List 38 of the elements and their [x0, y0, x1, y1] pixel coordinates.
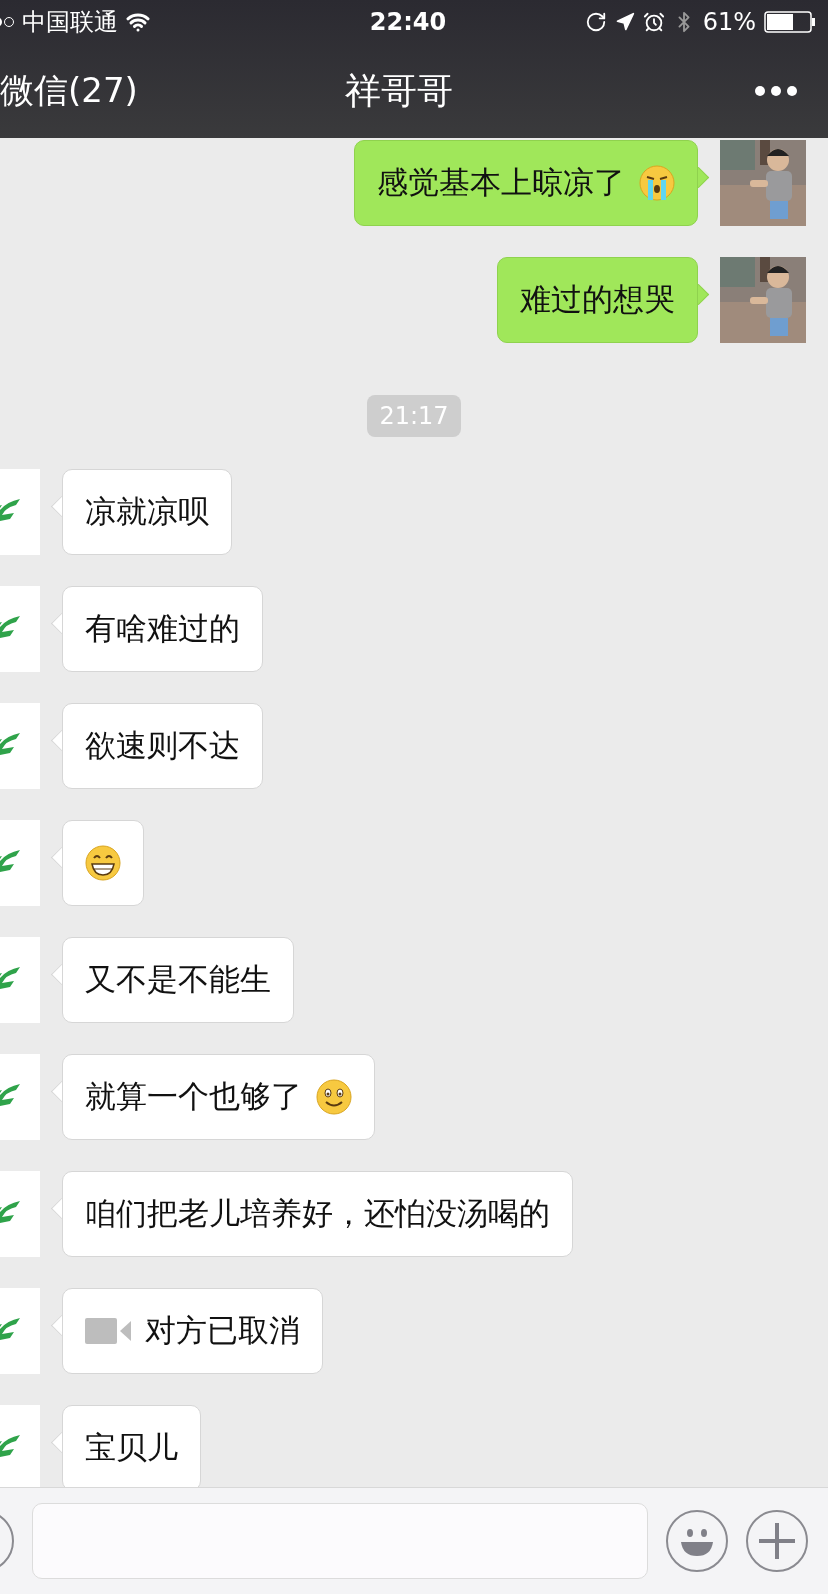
plus-icon [757, 1521, 797, 1561]
message-text: 咱们把老儿培养好，还怕没汤喝的 [85, 1194, 550, 1233]
message-bubble[interactable]: 就算一个也够了 [62, 1054, 375, 1140]
message-bubble[interactable]: 难过的想哭 [497, 257, 698, 343]
message-bubble[interactable]: 凉就凉呗 [62, 469, 232, 555]
message-bubble[interactable]: 对方已取消 [62, 1288, 323, 1374]
more-icon[interactable] [754, 85, 798, 97]
location-arrow-icon [614, 12, 635, 32]
chat-title: 祥哥哥 [345, 68, 453, 113]
message-text: 有啥难过的 [85, 609, 240, 648]
grinning-face-icon [85, 845, 121, 881]
back-link[interactable]: 微信(27) [0, 68, 138, 114]
message-bubble[interactable]: 宝贝儿 [62, 1405, 201, 1487]
message-bubble[interactable]: 有啥难过的 [62, 586, 263, 672]
message-text: 对方已取消 [145, 1311, 300, 1350]
message-text: 感觉基本上晾凉了 [377, 163, 625, 202]
message-input[interactable] [32, 1503, 648, 1579]
message-text: 难过的想哭 [520, 280, 675, 319]
message-text: 宝贝儿 [85, 1428, 178, 1467]
message-bubble[interactable]: 又不是不能生 [62, 937, 294, 1023]
add-button[interactable] [746, 1510, 808, 1572]
smiling-face-icon [316, 1079, 352, 1115]
carrier-name: 中国联通 [22, 7, 118, 38]
message-bubble[interactable]: 咱们把老儿培养好，还怕没汤喝的 [62, 1171, 573, 1257]
message-bubble[interactable]: 感觉基本上晾凉了 [354, 140, 698, 226]
battery-percent: 61% [702, 8, 756, 36]
video-camera-icon [85, 1318, 131, 1344]
emoji-button[interactable] [666, 1510, 728, 1572]
message-text: 欲速则不达 [85, 726, 240, 765]
message-text: 就算一个也够了 [85, 1077, 302, 1116]
battery-icon [764, 11, 816, 33]
message-bubble[interactable] [62, 820, 144, 906]
alarm-icon [642, 11, 665, 33]
message-text: 又不是不能生 [85, 960, 271, 999]
crying-face-icon [639, 165, 675, 201]
message-bubble[interactable]: 欲速则不达 [62, 703, 263, 789]
message-text: 凉就凉呗 [85, 492, 209, 531]
clock-time: 22:40 [369, 8, 447, 36]
